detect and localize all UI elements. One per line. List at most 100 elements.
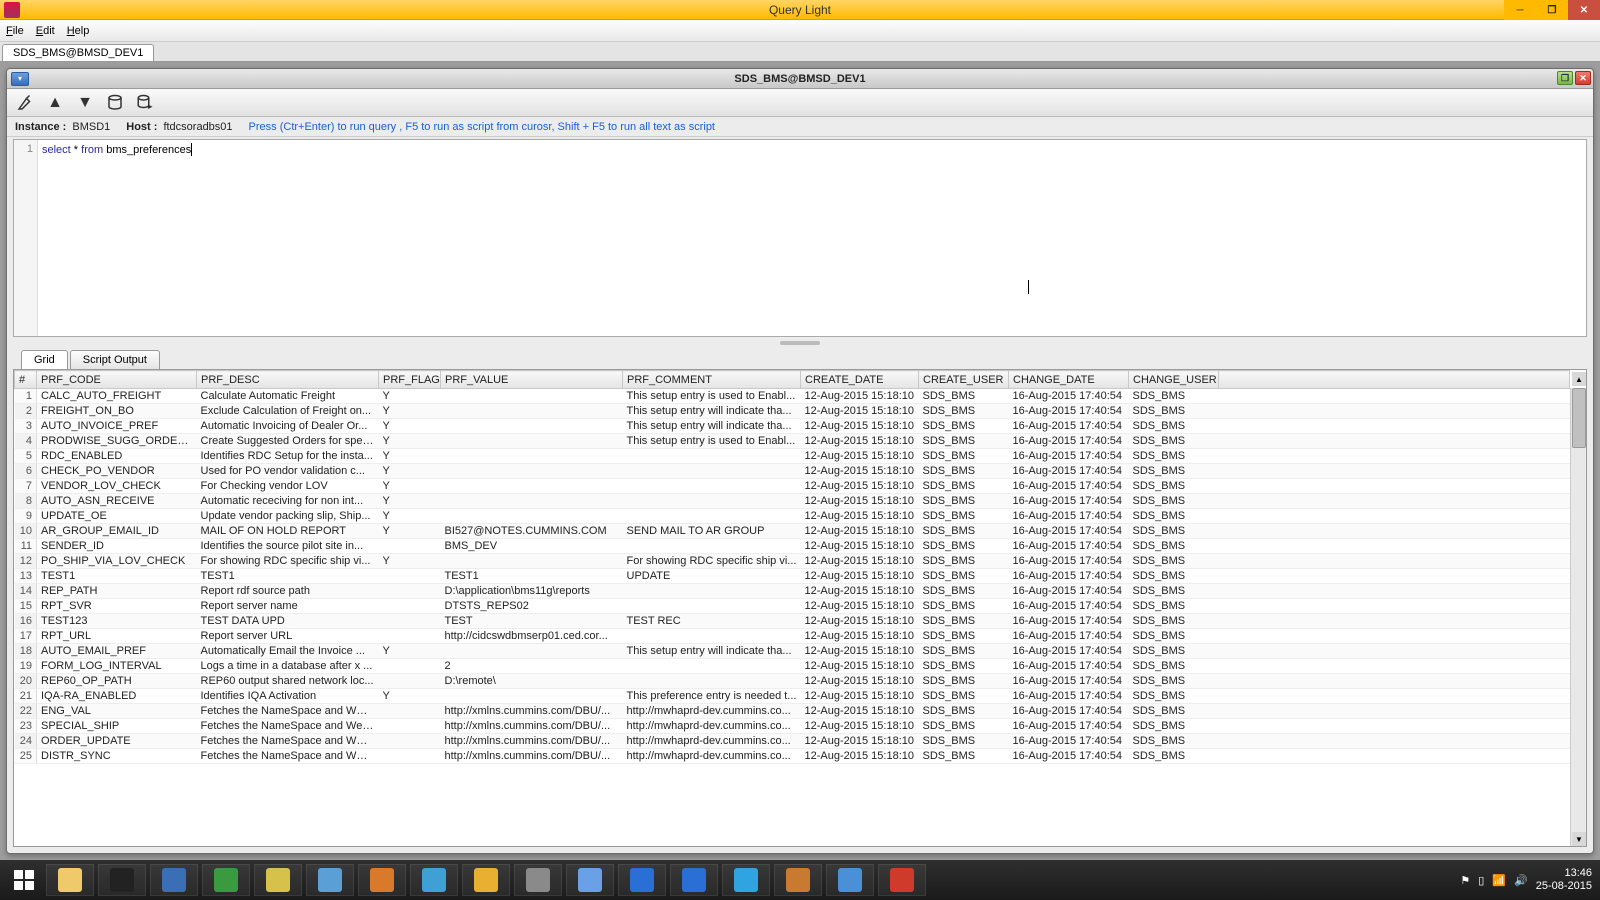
table-cell[interactable]: 12-Aug-2015 15:18:10 xyxy=(801,509,919,524)
table-cell[interactable]: SDS_BMS xyxy=(1129,449,1219,464)
table-cell[interactable]: 9 xyxy=(15,509,37,524)
table-row[interactable]: 9UPDATE_OEUpdate vendor packing slip, Sh… xyxy=(15,509,1570,524)
table-cell[interactable]: 12-Aug-2015 15:18:10 xyxy=(801,584,919,599)
tab-grid[interactable]: Grid xyxy=(21,350,68,369)
table-cell[interactable] xyxy=(379,569,441,584)
table-cell[interactable]: Automatic receciving for non int... xyxy=(197,494,379,509)
table-cell[interactable]: 2 xyxy=(441,659,623,674)
table-cell[interactable]: ENG_VAL xyxy=(37,704,197,719)
table-row[interactable]: 11SENDER_IDIdentifies the source pilot s… xyxy=(15,539,1570,554)
table-cell[interactable]: SDS_BMS xyxy=(919,494,1009,509)
table-cell[interactable]: Y xyxy=(379,509,441,524)
table-cell[interactable]: http://xmlns.cummins.com/DBU/... xyxy=(441,719,623,734)
table-cell[interactable]: Y xyxy=(379,404,441,419)
table-cell[interactable]: For showing RDC specific ship vi... xyxy=(197,554,379,569)
table-cell[interactable] xyxy=(623,539,801,554)
table-cell[interactable]: http://mwhaprd-dev.cummins.co... xyxy=(623,719,801,734)
table-cell[interactable]: 12-Aug-2015 15:18:10 xyxy=(801,599,919,614)
table-row[interactable]: 2FREIGHT_ON_BOExclude Calculation of Fre… xyxy=(15,404,1570,419)
table-cell[interactable]: 16-Aug-2015 17:40:54 xyxy=(1009,479,1129,494)
table-cell[interactable]: Fetches the NameSpace and WS ... xyxy=(197,749,379,764)
table-cell[interactable]: For showing RDC specific ship vi... xyxy=(623,554,801,569)
table-cell[interactable]: AR_GROUP_EMAIL_ID xyxy=(37,524,197,539)
table-row[interactable]: 12PO_SHIP_VIA_LOV_CHECKFor showing RDC s… xyxy=(15,554,1570,569)
table-cell[interactable]: 15 xyxy=(15,599,37,614)
tray-flag-icon[interactable]: ⚑ xyxy=(1460,874,1470,887)
table-cell[interactable]: 13 xyxy=(15,569,37,584)
table-cell[interactable]: SEND MAIL TO AR GROUP xyxy=(623,524,801,539)
table-cell[interactable]: 25 xyxy=(15,749,37,764)
table-cell[interactable]: SDS_BMS xyxy=(919,704,1009,719)
table-cell[interactable]: 20 xyxy=(15,674,37,689)
table-row[interactable]: 1CALC_AUTO_FREIGHTCalculate Automatic Fr… xyxy=(15,389,1570,404)
table-cell[interactable] xyxy=(379,539,441,554)
table-cell[interactable]: 16-Aug-2015 17:40:54 xyxy=(1009,404,1129,419)
table-cell[interactable]: 16-Aug-2015 17:40:54 xyxy=(1009,674,1129,689)
table-cell[interactable] xyxy=(623,659,801,674)
table-cell[interactable] xyxy=(623,494,801,509)
table-cell[interactable]: UPDATE_OE xyxy=(37,509,197,524)
horizontal-splitter[interactable] xyxy=(7,339,1593,347)
table-cell[interactable]: Y xyxy=(379,419,441,434)
table-cell[interactable]: 16-Aug-2015 17:40:54 xyxy=(1009,389,1129,404)
table-cell[interactable]: BI527@NOTES.CUMMINS.COM xyxy=(441,524,623,539)
taskbar-app[interactable] xyxy=(774,864,822,896)
table-cell[interactable] xyxy=(623,584,801,599)
table-cell[interactable]: 16-Aug-2015 17:40:54 xyxy=(1009,554,1129,569)
table-cell[interactable]: TEST123 xyxy=(37,614,197,629)
table-cell[interactable] xyxy=(441,554,623,569)
table-cell[interactable]: Create Suggested Orders for spec... xyxy=(197,434,379,449)
table-cell[interactable]: AUTO_INVOICE_PREF xyxy=(37,419,197,434)
taskbar-app[interactable] xyxy=(826,864,874,896)
table-cell[interactable]: 16 xyxy=(15,614,37,629)
table-cell[interactable]: 17 xyxy=(15,629,37,644)
table-cell[interactable] xyxy=(441,689,623,704)
table-cell[interactable]: 12-Aug-2015 15:18:10 xyxy=(801,389,919,404)
scroll-up-icon[interactable]: ▲ xyxy=(1572,372,1586,386)
table-cell[interactable]: FREIGHT_ON_BO xyxy=(37,404,197,419)
table-cell[interactable] xyxy=(379,614,441,629)
table-cell[interactable]: 16-Aug-2015 17:40:54 xyxy=(1009,704,1129,719)
table-cell[interactable]: SDS_BMS xyxy=(919,539,1009,554)
table-cell[interactable]: SDS_BMS xyxy=(1129,494,1219,509)
table-cell[interactable]: Identifies the source pilot site in... xyxy=(197,539,379,554)
table-cell[interactable]: 16-Aug-2015 17:40:54 xyxy=(1009,509,1129,524)
table-cell[interactable]: 19 xyxy=(15,659,37,674)
arrow-up-icon[interactable]: ▲ xyxy=(45,93,65,113)
taskbar-app[interactable] xyxy=(98,864,146,896)
table-cell[interactable]: 12-Aug-2015 15:18:10 xyxy=(801,629,919,644)
table-row[interactable]: 22ENG_VALFetches the NameSpace and WS ..… xyxy=(15,704,1570,719)
table-cell[interactable] xyxy=(623,479,801,494)
table-cell[interactable] xyxy=(379,659,441,674)
table-cell[interactable]: 12-Aug-2015 15:18:10 xyxy=(801,404,919,419)
table-cell[interactable]: 12-Aug-2015 15:18:10 xyxy=(801,554,919,569)
taskbar-app[interactable] xyxy=(670,864,718,896)
table-cell[interactable]: REP_PATH xyxy=(37,584,197,599)
result-grid[interactable]: #PRF_CODEPRF_DESCPRF_FLAGPRF_VALUEPRF_CO… xyxy=(13,369,1587,847)
table-cell[interactable]: 16-Aug-2015 17:40:54 xyxy=(1009,524,1129,539)
table-cell[interactable]: AUTO_ASN_RECEIVE xyxy=(37,494,197,509)
table-cell[interactable]: 16-Aug-2015 17:40:54 xyxy=(1009,419,1129,434)
tab-script-output[interactable]: Script Output xyxy=(70,350,160,369)
table-cell[interactable] xyxy=(441,644,623,659)
table-cell[interactable] xyxy=(441,479,623,494)
table-cell[interactable] xyxy=(441,449,623,464)
table-cell[interactable]: 16-Aug-2015 17:40:54 xyxy=(1009,584,1129,599)
table-row[interactable]: 6CHECK_PO_VENDORUsed for PO vendor valid… xyxy=(15,464,1570,479)
table-cell[interactable]: REP60 output shared network loc... xyxy=(197,674,379,689)
table-cell[interactable]: 12-Aug-2015 15:18:10 xyxy=(801,659,919,674)
taskbar-app[interactable] xyxy=(878,864,926,896)
menu-edit[interactable]: Edit xyxy=(36,25,55,37)
clear-icon[interactable] xyxy=(15,93,35,113)
table-cell[interactable]: Automatic Invoicing of Dealer Or... xyxy=(197,419,379,434)
table-cell[interactable]: Y xyxy=(379,434,441,449)
table-cell[interactable]: Y xyxy=(379,449,441,464)
taskbar-app[interactable] xyxy=(566,864,614,896)
table-row[interactable]: 13TEST1TEST1TEST1UPDATE12-Aug-2015 15:18… xyxy=(15,569,1570,584)
table-cell[interactable] xyxy=(623,464,801,479)
column-header[interactable]: PRF_VALUE xyxy=(441,371,623,389)
table-cell[interactable]: 16-Aug-2015 17:40:54 xyxy=(1009,629,1129,644)
table-cell[interactable]: 1 xyxy=(15,389,37,404)
table-cell[interactable]: SDS_BMS xyxy=(919,689,1009,704)
table-cell[interactable]: SDS_BMS xyxy=(919,434,1009,449)
